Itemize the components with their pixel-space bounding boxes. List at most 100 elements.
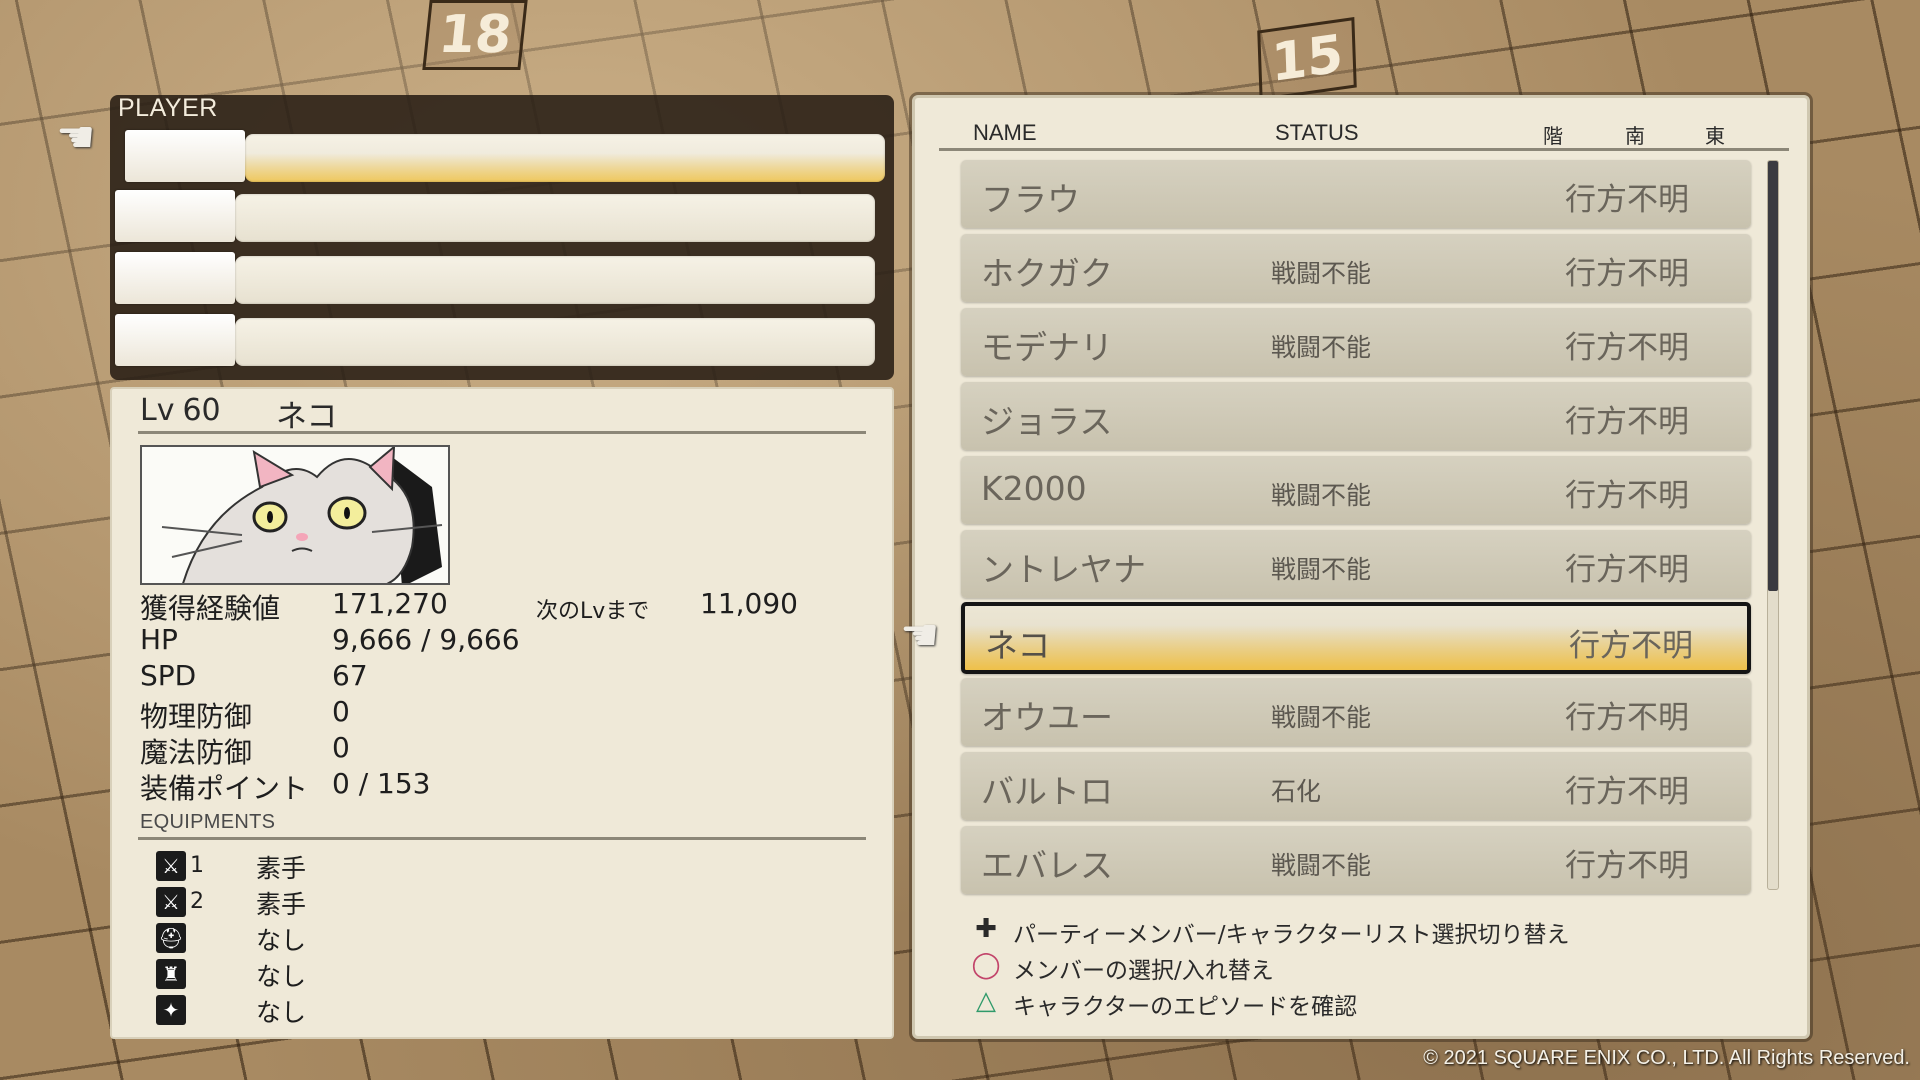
party-slot-2[interactable] (115, 190, 875, 242)
character-location: 行方不明 (1565, 330, 1689, 366)
column-header-status: STATUS (1275, 120, 1359, 145)
party-slot-portrait (115, 252, 235, 304)
equipment-value: 素手 (256, 890, 307, 919)
party-slot-bar (235, 194, 875, 242)
floor-number-15: 15 (1257, 16, 1358, 102)
stat-value: 9,666 / 9,666 (332, 623, 520, 656)
stat-spd-row: SPD 67 (140, 659, 740, 695)
stat-value: 0 (332, 731, 350, 764)
character-status: 石化 (1271, 777, 1322, 806)
character-row-1[interactable]: ホクガク 戦闘不能 行方不明 (961, 234, 1751, 302)
equipment-slot-weapon-2[interactable]: ⚔ 2 素手 (156, 885, 556, 919)
party-slot-portrait (115, 190, 235, 242)
character-row-8[interactable]: バルトロ 石化 行方不明 (961, 752, 1751, 820)
character-row-9[interactable]: エバレス 戦闘不能 行方不明 (961, 826, 1751, 894)
character-location: 行方不明 (1565, 404, 1689, 440)
character-row-6-selected[interactable]: ネコ 行方不明 (961, 602, 1751, 674)
equipment-value: 素手 (256, 854, 307, 883)
party-slot-4[interactable] (115, 314, 875, 366)
party-slot-portrait (115, 314, 235, 366)
character-detail-panel: Lv 60 ネコ 獲得経験値 171,270 次のLvまで 11,090 HP 9… (110, 387, 894, 1039)
character-location: 行方不明 (1565, 774, 1689, 810)
character-row-0[interactable]: フラウ 行方不明 (961, 160, 1751, 228)
character-status: 戦闘不能 (1271, 481, 1372, 510)
character-status: 戦闘不能 (1271, 555, 1372, 584)
party-slot-3[interactable] (115, 252, 875, 304)
help-text: パーティーメンバー/キャラクターリスト選択切り替え (1013, 922, 1570, 948)
party-slot-portrait (125, 130, 245, 182)
stat-value: 67 (332, 659, 368, 692)
character-row-7[interactable]: オウユー 戦闘不能 行方不明 (961, 678, 1751, 746)
stat-label: HP (140, 623, 178, 656)
equipment-slot-body[interactable]: ♜ なし (156, 957, 556, 991)
character-location: 行方不明 (1565, 848, 1689, 884)
level-display: Lv 60 (140, 393, 221, 428)
character-name: エバレス (981, 846, 1113, 885)
armor-icon: ♜ (156, 959, 186, 989)
character-list-panel: NAME STATUS 階 南 東 フラウ 行方不明 ホクガク 戦闘不能 行方不… (912, 95, 1810, 1039)
equipment-slot-number: 2 (190, 889, 204, 914)
triangle-button-icon: △ (976, 986, 996, 1016)
character-row-3[interactable]: ジョラス 行方不明 (961, 382, 1751, 450)
stat-mag-def-row: 魔法防御 0 (140, 731, 740, 769)
next-level-value: 11,090 (700, 587, 798, 620)
character-name: ントレヤナ (981, 550, 1146, 589)
character-location: 行方不明 (1569, 628, 1693, 664)
stat-equip-points-row: 装備ポイント 0 / 153 (140, 767, 740, 805)
character-location: 行方不明 (1565, 700, 1689, 736)
stat-value: 0 (332, 695, 350, 728)
character-status: 戦闘不能 (1271, 333, 1372, 362)
stat-exp-row: 獲得経験値 171,270 次のLvまで 11,090 (140, 587, 880, 625)
stat-phys-def-row: 物理防御 0 (140, 695, 740, 733)
accessory-icon: ✦ (156, 995, 186, 1025)
character-row-5[interactable]: ントレヤナ 戦闘不能 行方不明 (961, 530, 1751, 598)
player-label: PLAYER (118, 94, 218, 122)
equipment-value: なし (256, 998, 307, 1027)
party-slot-bar (235, 318, 875, 366)
stat-label: 物理防御 (140, 700, 253, 733)
character-status: 戦闘不能 (1271, 703, 1372, 732)
divider (138, 837, 866, 840)
sword-icon: ⚔ (156, 887, 186, 917)
character-location: 行方不明 (1565, 552, 1689, 588)
party-slot-bar (245, 134, 885, 182)
sword-icon: ⚔ (156, 851, 186, 881)
party-slot-1[interactable] (125, 130, 885, 182)
stat-label: 獲得経験値 (140, 592, 281, 625)
character-row-2[interactable]: モデナリ 戦闘不能 行方不明 (961, 308, 1751, 376)
character-status: 戦闘不能 (1271, 259, 1372, 288)
character-location: 行方不明 (1565, 182, 1689, 218)
help-text: メンバーの選択/入れ替え (1013, 958, 1274, 984)
equipment-slot-head[interactable]: ⛑ なし (156, 921, 556, 955)
character-name: バルトロ (981, 772, 1113, 811)
circle-button-icon: ◯ (971, 950, 1001, 980)
help-text: キャラクターのエピソードを確認 (1013, 994, 1358, 1020)
character-name: モデナリ (981, 328, 1113, 367)
dpad-icon: ✚ (975, 914, 997, 944)
level-value: 60 (182, 393, 221, 428)
character-name: フラウ (981, 180, 1080, 219)
scrollbar-thumb[interactable] (1768, 161, 1778, 591)
floor-number-18: 18 (422, 0, 529, 70)
character-status: 戦闘不能 (1271, 851, 1372, 880)
character-row-4[interactable]: K2000 戦闘不能 行方不明 (961, 456, 1751, 524)
stat-hp-row: HP 9,666 / 9,666 (140, 623, 740, 659)
party-slot-bar (235, 256, 875, 304)
character-name: ネコ (276, 399, 338, 435)
stat-label: SPD (140, 659, 197, 692)
column-header-floor: 階 (1543, 124, 1563, 148)
equipment-slot-number: 1 (190, 853, 204, 878)
equipments-title: EQUIPMENTS (140, 811, 276, 833)
equipment-value: なし (256, 926, 307, 955)
stat-label: 装備ポイント (140, 772, 309, 805)
stat-value: 0 / 153 (332, 767, 431, 800)
equipment-slot-weapon-1[interactable]: ⚔ 1 素手 (156, 849, 556, 883)
equipment-value: なし (256, 962, 307, 991)
column-header-name: NAME (973, 120, 1037, 145)
divider (138, 431, 866, 434)
column-header-south: 南 (1625, 124, 1645, 148)
character-name: ジョラス (981, 402, 1113, 441)
list-scrollbar[interactable] (1767, 160, 1779, 890)
equipment-slot-accessory[interactable]: ✦ なし (156, 993, 556, 1027)
stat-value: 171,270 (332, 587, 448, 620)
